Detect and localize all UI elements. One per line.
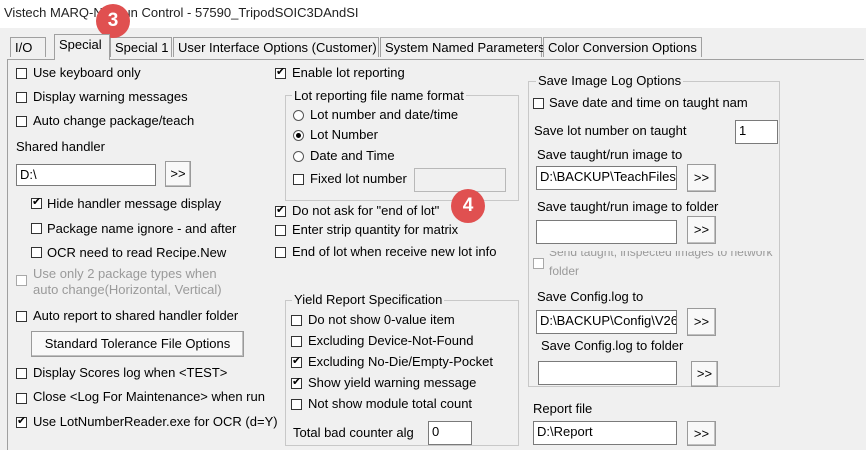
shared-handler-label: Shared handler — [16, 139, 105, 154]
lot-format-group-title: Lot reporting file name format — [292, 88, 466, 103]
hide-handler-label: Hide handler message display — [47, 196, 222, 211]
save-taught-run-folder-label: Save taught/run image to folder — [537, 199, 719, 214]
total-bad-counter-label: Total bad counter alg — [293, 425, 414, 440]
send-taught-network-label-1: Send taught, inspected images to network — [549, 251, 773, 259]
total-bad-counter-input[interactable]: 0 — [428, 421, 472, 445]
title-bar: Vistech MARQ-NT Run Control - 57590_Trip… — [0, 0, 866, 28]
display-warning-label: Display warning messages — [33, 89, 188, 104]
shared-handler-browse-button[interactable]: >> — [165, 161, 191, 187]
save-lot-number-label: Save lot number on taught — [534, 123, 687, 138]
date-and-time-radio[interactable] — [293, 151, 304, 162]
send-taught-network-checkbox — [533, 258, 544, 269]
not-show-module-total-checkbox[interactable] — [291, 399, 302, 410]
save-config-log-input[interactable]: D:\BACKUP\Config\V26 — [536, 310, 677, 334]
send-taught-network-label-1-clip: Send taught, inspected images to network — [549, 251, 780, 265]
save-taught-run-browse-button[interactable]: >> — [687, 164, 716, 192]
lot-number-radio[interactable] — [293, 130, 304, 141]
auto-change-label: Auto change package/teach — [33, 113, 195, 128]
package-name-ignore-checkbox[interactable] — [31, 223, 42, 234]
shared-handler-input[interactable]: D:\ — [16, 164, 156, 186]
use-only-2-package-checkbox — [16, 275, 27, 286]
close-log-checkbox[interactable] — [16, 393, 27, 404]
fixed-lot-number-label: Fixed lot number — [310, 171, 407, 186]
yield-report-group-title: Yield Report Specification — [292, 292, 445, 307]
use-lotnumber-checkbox[interactable] — [16, 415, 27, 428]
close-log-label: Close <Log For Maintenance> when run — [33, 389, 265, 404]
excluding-device-not-found-label: Excluding Device-Not-Found — [308, 333, 474, 348]
auto-change-checkbox[interactable] — [16, 116, 27, 127]
use-keyboard-only-checkbox[interactable] — [16, 68, 27, 79]
ocr-need-checkbox[interactable] — [31, 247, 42, 258]
save-config-log-folder-input[interactable] — [538, 361, 677, 385]
end-of-lot-new-lot-checkbox[interactable] — [275, 247, 286, 258]
save-config-log-folder-browse-button[interactable]: >> — [691, 361, 718, 387]
save-image-log-group-title: Save Image Log Options — [536, 73, 684, 88]
save-taught-run-folder-input[interactable] — [536, 220, 677, 244]
show-yield-warning-label: Show yield warning message — [308, 375, 477, 390]
end-of-lot-new-lot-label: End of lot when receive new lot info — [292, 244, 497, 259]
annotation-marker-4: 4 — [451, 189, 485, 223]
do-not-ask-end-of-lot-checkbox[interactable] — [275, 204, 286, 217]
auto-report-checkbox[interactable] — [16, 311, 27, 322]
save-config-log-browse-button[interactable]: >> — [687, 308, 716, 336]
show-yield-warning-checkbox[interactable] — [291, 376, 302, 389]
standard-tolerance-file-options-button[interactable]: Standard Tolerance File Options — [31, 331, 244, 357]
save-lot-number-input[interactable]: 1 — [735, 120, 778, 144]
window-title: Vistech MARQ-NT Run Control - 57590_Trip… — [4, 5, 359, 20]
auto-report-label: Auto report to shared handler folder — [33, 308, 239, 323]
save-taught-run-input[interactable]: D:\BACKUP\TeachFiles\V — [536, 166, 677, 190]
save-date-time-label-clip: Save date and time on taught name — [549, 95, 747, 110]
fixed-lot-number-input — [414, 168, 506, 192]
not-show-module-total-label: Not show module total count — [308, 396, 473, 411]
tab-special[interactable]: Special — [54, 34, 110, 60]
tab-special-1[interactable]: Special 1 — [110, 37, 172, 57]
lot-number-date-radio[interactable] — [293, 110, 304, 121]
use-lotnumber-label: Use LotNumberReader.exe for OCR (d=Y) — [33, 414, 278, 429]
annotation-marker-3: 3 — [96, 4, 130, 38]
use-only-2-package-label-2: auto change(Horizontal, Vertical) — [33, 282, 222, 297]
lot-number-date-label: Lot number and date/time — [310, 107, 459, 122]
enter-strip-quantity-checkbox[interactable] — [275, 225, 286, 236]
do-not-ask-end-of-lot-label: Do not ask for "end of lot" — [292, 203, 440, 218]
display-scores-checkbox[interactable] — [16, 368, 27, 379]
save-config-log-label: Save Config.log to — [537, 289, 644, 304]
use-keyboard-only-label: Use keyboard only — [33, 65, 141, 80]
report-file-label: Report file — [533, 401, 593, 416]
save-date-time-label: Save date and time on taught name — [549, 95, 747, 110]
excluding-no-die-checkbox[interactable] — [291, 355, 302, 368]
display-scores-label: Display Scores log when <TEST> — [33, 365, 228, 380]
package-name-ignore-label: Package name ignore - and after — [47, 221, 237, 236]
date-and-time-label: Date and Time — [310, 148, 395, 163]
enter-strip-quantity-label: Enter strip quantity for matrix — [292, 222, 459, 237]
ocr-need-label: OCR need to read Recipe.New — [47, 245, 227, 260]
save-taught-run-label: Save taught/run image to — [537, 147, 683, 162]
report-file-browse-button[interactable]: >> — [687, 421, 716, 446]
excluding-no-die-label: Excluding No-Die/Empty-Pocket — [308, 354, 493, 369]
report-file-input[interactable]: D:\Report — [533, 421, 677, 445]
send-taught-network-label-2: folder — [549, 264, 580, 278]
do-not-show-zero-checkbox[interactable] — [291, 315, 302, 326]
fixed-lot-number-checkbox[interactable] — [293, 174, 304, 185]
enable-lot-reporting-checkbox[interactable] — [275, 66, 286, 79]
tab-color-conversion-options[interactable]: Color Conversion Options — [543, 37, 702, 57]
do-not-show-zero-label: Do not show 0-value item — [308, 312, 455, 327]
tab-user-interface-options[interactable]: User Interface Options (Customer) — [173, 37, 379, 57]
tab-io[interactable]: I/O — [10, 37, 46, 57]
tab-system-named-parameters[interactable]: System Named Parameters — [380, 37, 545, 57]
use-only-2-package-label-1: Use only 2 package types when — [33, 266, 217, 281]
tab-strip: I/O Special Special 1 User Interface Opt… — [0, 28, 866, 60]
excluding-device-not-found-checkbox[interactable] — [291, 336, 302, 347]
lot-number-radio-label: Lot Number — [310, 127, 378, 142]
hide-handler-checkbox[interactable] — [31, 196, 42, 209]
enable-lot-reporting-label: Enable lot reporting — [292, 65, 405, 80]
save-date-time-checkbox[interactable] — [533, 98, 544, 109]
save-taught-run-folder-browse-button[interactable]: >> — [687, 216, 716, 244]
display-warning-checkbox[interactable] — [16, 92, 27, 103]
save-config-log-folder-label: Save Config.log to folder — [541, 338, 684, 353]
